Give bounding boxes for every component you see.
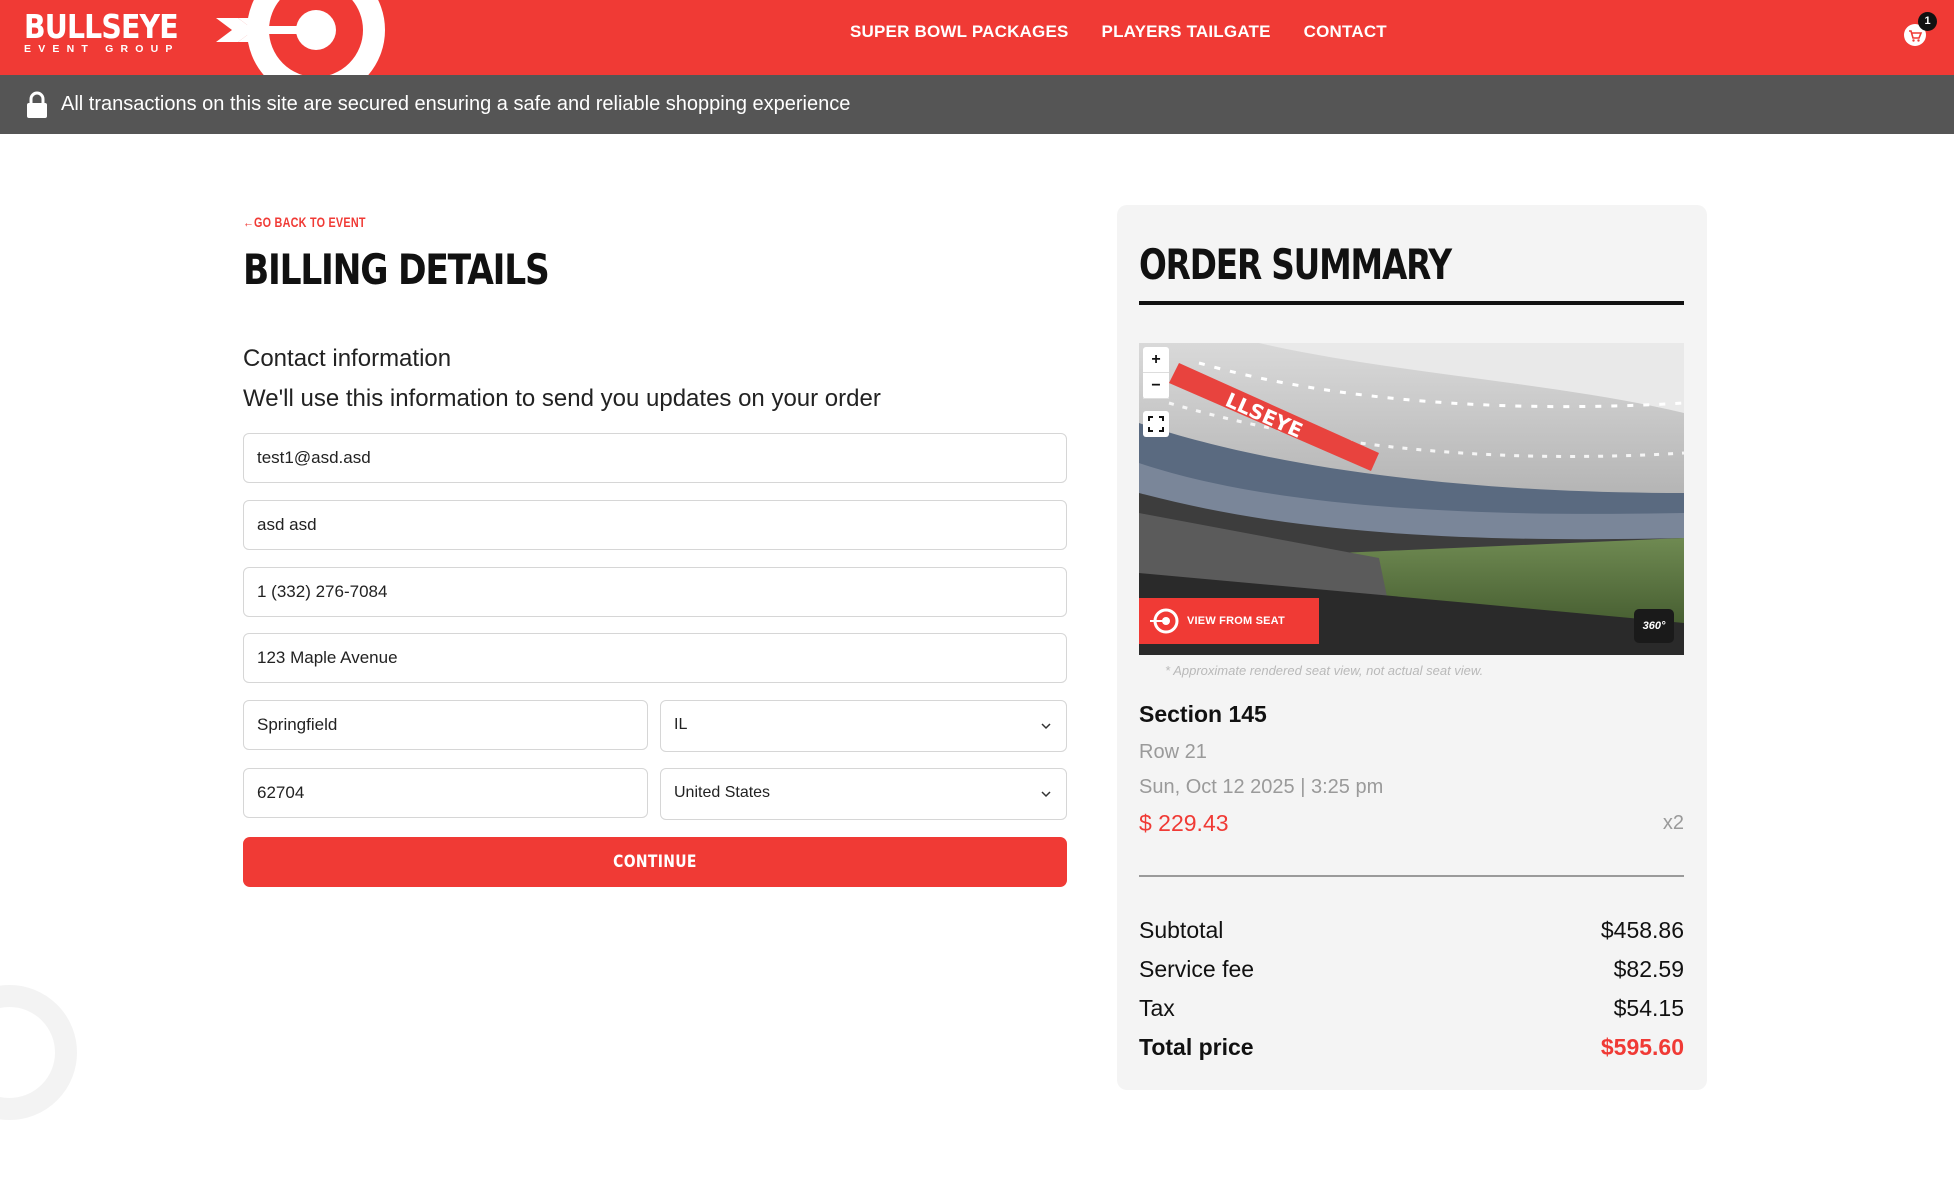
contact-section-description: We'll use this information to send you u…	[243, 385, 881, 412]
lock-icon	[27, 91, 47, 118]
tax-line: Tax $54.15	[1139, 995, 1684, 1022]
nav-super-bowl-packages[interactable]: SUPER BOWL PACKAGES	[850, 22, 1069, 42]
brand-logo[interactable]: BULLSEYE EVENT GROUP	[24, 8, 203, 55]
logo-wordmark: BULLSEYE	[24, 7, 179, 46]
phone-field[interactable]	[243, 567, 1067, 617]
order-summary-panel: ORDER SUMMARY LLSEYE + − VIEW FROM SEAT …	[1117, 205, 1707, 1090]
fullscreen-icon	[1148, 416, 1164, 432]
main-nav: SUPER BOWL PACKAGES PLAYERS TAILGATE CON…	[850, 22, 1387, 42]
ticket-quantity: x2	[1662, 812, 1684, 834]
cart-count-badge: 1	[1918, 12, 1937, 31]
page-title: BILLING DETAILS	[243, 245, 550, 294]
total-price-amount: $595.60	[1600, 1034, 1684, 1060]
fullscreen-button[interactable]	[1143, 411, 1169, 437]
summary-divider-2	[1139, 875, 1684, 877]
ticket-section: Section 145	[1139, 701, 1267, 727]
chevron-down-icon	[1041, 723, 1051, 730]
cart-button[interactable]: 1	[1902, 12, 1937, 48]
nav-contact[interactable]: CONTACT	[1304, 22, 1387, 42]
order-summary-title: ORDER SUMMARY	[1139, 240, 1452, 289]
contact-section-title: Contact information	[243, 345, 452, 372]
target-icon	[1150, 608, 1179, 634]
ticket-price: $ 229.43	[1139, 810, 1229, 836]
view-from-seat-label: VIEW FROM SEAT	[1187, 615, 1285, 627]
nav-players-tailgate[interactable]: PLAYERS TAILGATE	[1102, 22, 1271, 42]
back-to-event-link[interactable]: ←GO BACK TO EVENT	[243, 215, 366, 230]
service-fee-label: Service fee	[1139, 956, 1255, 982]
service-fee-amount: $82.59	[1613, 956, 1684, 982]
subtotal-label: Subtotal	[1139, 917, 1224, 943]
zoom-out-button[interactable]: −	[1143, 373, 1169, 399]
summary-divider	[1139, 301, 1684, 305]
address-field[interactable]	[243, 633, 1067, 683]
full-name-field[interactable]	[243, 500, 1067, 550]
zoom-in-button[interactable]: +	[1143, 347, 1169, 373]
total-price-line: Total price $595.60	[1139, 1034, 1684, 1061]
tax-label: Tax	[1139, 995, 1175, 1021]
ticket-row: Row 21	[1139, 741, 1207, 763]
email-field[interactable]	[243, 433, 1067, 483]
country-select-value: United States	[674, 784, 771, 801]
subtotal-line: Subtotal $458.86	[1139, 917, 1684, 944]
seat-view-image[interactable]: LLSEYE + − VIEW FROM SEAT 360°	[1139, 343, 1684, 655]
zip-code-field[interactable]	[243, 768, 648, 818]
security-notice-bar: All transactions on this site are secure…	[0, 75, 1954, 134]
total-price-label: Total price	[1139, 1034, 1254, 1060]
state-select[interactable]: IL	[660, 700, 1067, 752]
seat-view-disclaimer: * Approximate rendered seat view, not ac…	[1165, 663, 1484, 678]
security-notice-text: All transactions on this site are secure…	[61, 93, 851, 115]
state-select-value: IL	[674, 716, 688, 733]
decorative-ring	[0, 985, 77, 1120]
country-select[interactable]: United States	[660, 768, 1067, 820]
service-fee-line: Service fee $82.59	[1139, 956, 1684, 983]
zoom-control: + −	[1143, 347, 1169, 399]
chevron-down-icon	[1041, 791, 1051, 798]
subtotal-amount: $458.86	[1600, 917, 1684, 943]
360-view-badge[interactable]: 360°	[1634, 609, 1674, 643]
continue-button-label: CONTINUE	[613, 852, 697, 872]
continue-button[interactable]: CONTINUE	[243, 837, 1067, 887]
tax-amount: $54.15	[1613, 995, 1684, 1021]
event-date: Sun, Oct 12 2025 | 3:25 pm	[1139, 776, 1384, 798]
view-from-seat-button[interactable]: VIEW FROM SEAT	[1139, 598, 1319, 644]
bullseye-arrow-icon	[216, 0, 385, 75]
city-field[interactable]	[243, 700, 648, 750]
top-header: BULLSEYE EVENT GROUP SUPER BOWL PACKAGES…	[0, 0, 1954, 75]
